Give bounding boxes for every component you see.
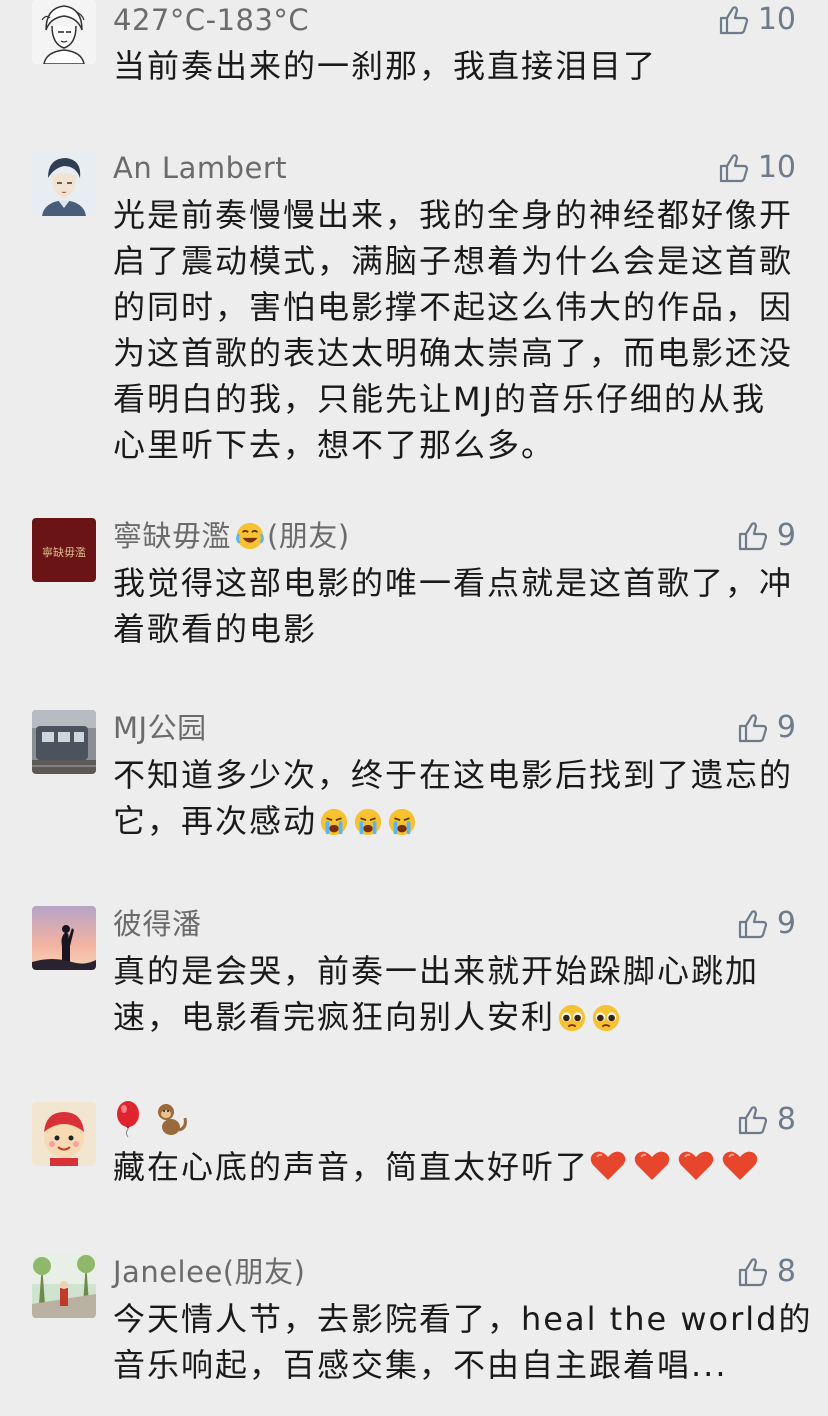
avatar[interactable] — [32, 906, 96, 970]
thumbs-up-icon — [719, 154, 748, 183]
comment-text: 今天情人节，去影院看了，heal the world的 音乐响起，百感交集，不由… — [113, 1296, 813, 1388]
thumbs-up-icon — [738, 1258, 768, 1287]
pleading-face-emoji — [558, 1004, 586, 1032]
comment-line-text: 藏在心底的声音，简直太好听了 — [113, 1148, 590, 1186]
like-button[interactable]: 9 — [737, 516, 796, 556]
comment-line: 真的是会哭，前奏一出来就开始跺脚心跳加 — [113, 952, 760, 990]
laughing-tears-emoji — [236, 522, 264, 550]
comment-line: 启了震动模式，满脑子想着为什么会是这首歌 — [113, 242, 794, 280]
author-suffix: (朋友) — [267, 519, 350, 553]
comment-line: 藏在心底的声音，简直太好听了 — [113, 1144, 803, 1190]
like-count: 10 — [757, 150, 796, 185]
like-button[interactable]: 9 — [737, 708, 796, 748]
comment-line: 心里听下去，想不了那么多。 — [113, 426, 556, 464]
thumbs-up-icon — [719, 6, 748, 35]
comment-line: 今天情人节，去影院看了，heal the world的 — [113, 1300, 813, 1338]
monkey-emoji — [158, 1104, 187, 1135]
crying-face-emoji — [320, 808, 348, 836]
like-button[interactable]: 10 — [718, 0, 796, 40]
comment-line: 不知道多少次，终于在这电影后找到了遗忘的 — [113, 756, 794, 794]
like-button[interactable]: 9 — [737, 904, 796, 944]
like-count: 8 — [776, 1254, 796, 1289]
comment-line: 的同时，害怕电影撑不起这么伟大的作品，因 — [113, 288, 794, 326]
comment-text: 光是前奏慢慢出来，我的全身的神经都好像开 启了震动模式，满脑子想着为什么会是这首… — [113, 192, 803, 468]
comment-author[interactable] — [113, 1100, 189, 1138]
like-count: 9 — [776, 906, 796, 941]
comment-line: 速，电影看完疯狂向别人安利 — [113, 994, 803, 1040]
comment-text: 当前奏出来的一刹那，我直接泪目了 — [113, 43, 803, 89]
comment-author[interactable]: 彼得潘 — [113, 906, 202, 942]
comment-line-text: 它，再次感动 — [113, 802, 318, 840]
pleading-face-emoji — [592, 1004, 620, 1032]
comment-list: 427°C-183°C 10 当前奏出来的一刹那，我直接泪目了 An Lambe… — [0, 0, 828, 1416]
comment-text: 真的是会哭，前奏一出来就开始跺脚心跳加 速，电影看完疯狂向别人安利 — [113, 948, 803, 1040]
thumbs-up-icon — [738, 522, 768, 551]
comment-line: 我觉得这部电影的唯一看点就是这首歌了，冲 — [113, 564, 794, 602]
like-count: 9 — [776, 710, 796, 745]
like-count: 10 — [757, 2, 796, 37]
comment-author[interactable]: An Lambert — [113, 150, 287, 186]
heart-emoji — [722, 1151, 758, 1180]
comment-line: 光是前奏慢慢出来，我的全身的神经都好像开 — [113, 196, 794, 234]
avatar[interactable] — [32, 152, 96, 216]
avatar[interactable]: 寧缺毋濫 — [32, 518, 96, 582]
avatar[interactable] — [32, 0, 96, 64]
comment-text: 我觉得这部电影的唯一看点就是这首歌了，冲 着歌看的电影 — [113, 560, 803, 652]
like-button[interactable]: 8 — [737, 1100, 796, 1140]
avatar[interactable] — [32, 1102, 96, 1166]
comment-line: 音乐响起，百感交集，不由自主跟着唱... — [113, 1346, 728, 1384]
comment-text: 不知道多少次，终于在这电影后找到了遗忘的 它，再次感动 — [113, 752, 803, 844]
heart-emoji — [634, 1151, 670, 1180]
thumbs-up-icon — [738, 714, 768, 743]
like-count: 8 — [776, 1102, 796, 1137]
comment-line: 着歌看的电影 — [113, 610, 318, 648]
comment-line-text: 速，电影看完疯狂向别人安利 — [113, 998, 556, 1036]
like-button[interactable]: 10 — [718, 148, 796, 188]
comment-author[interactable]: Janelee(朋友) — [113, 1254, 305, 1290]
thumbs-up-icon — [738, 1106, 768, 1135]
comment-line: 它，再次感动 — [113, 798, 803, 844]
comment-line: 当前奏出来的一刹那，我直接泪目了 — [113, 47, 658, 85]
like-count: 9 — [776, 518, 796, 553]
crying-face-emoji — [388, 808, 416, 836]
heart-emoji — [590, 1151, 626, 1180]
comment-line: 看明白的我，只能先让MJ的音乐仔细的从我 — [113, 380, 767, 418]
crying-face-emoji — [354, 808, 382, 836]
comment-line: 为这首歌的表达太明确太崇高了，而电影还没 — [113, 334, 794, 372]
heart-emoji — [678, 1151, 714, 1180]
avatar[interactable] — [32, 1254, 96, 1318]
balloon-emoji — [117, 1101, 139, 1138]
comment-author[interactable]: 寧缺毋濫 (朋友) — [113, 518, 350, 554]
like-button[interactable]: 8 — [737, 1252, 796, 1292]
author-name: 寧缺毋濫 — [113, 519, 232, 553]
thumbs-up-icon — [738, 910, 768, 939]
avatar-calligraphy: 寧缺毋濫 — [42, 545, 86, 559]
comment-author[interactable]: 427°C-183°C — [113, 2, 309, 38]
avatar[interactable] — [32, 710, 96, 774]
comment-text: 藏在心底的声音，简直太好听了 — [113, 1144, 803, 1190]
comment-author[interactable]: MJ公园 — [113, 710, 207, 746]
